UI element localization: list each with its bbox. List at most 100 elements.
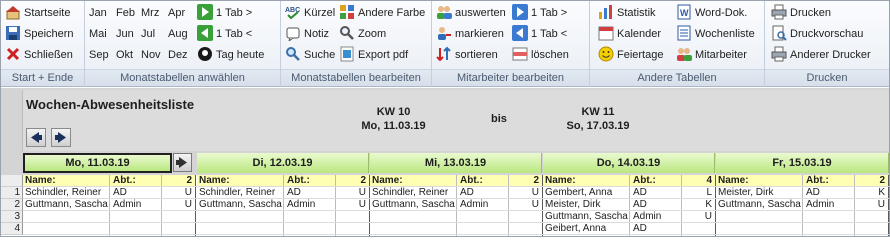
day-header-fr[interactable]: Fr, 15.03.19 [716, 153, 889, 173]
month-jan[interactable]: Jan [89, 3, 107, 23]
group-mitarbeiter: auswerten markieren sortieren 1 Tab > 1 … [432, 1, 590, 87]
word-document-icon: W [677, 4, 691, 20]
user-select-icon [438, 27, 451, 41]
team-icon [677, 48, 692, 62]
row-number: 2 [1, 199, 23, 211]
kuerzel-button[interactable]: ABC Kürzel [285, 3, 335, 23]
row-divider [23, 186, 889, 187]
month-jun[interactable]: Jun [116, 24, 134, 44]
group-monatstabellen: Jan Feb Mrz Apr Mai Jun Jul Aug Sep Okt … [85, 1, 281, 87]
goto-day-button[interactable] [173, 153, 192, 172]
month-sep[interactable]: Sep [89, 45, 109, 65]
day-header-di[interactable]: Di, 12.03.19 [197, 153, 369, 173]
column-divider [681, 175, 682, 236]
group-andere-tabellen: Statistik Kalender Feiertage W Word-Dok. … [590, 1, 765, 87]
chart-icon [599, 5, 612, 20]
week-range-separator: bis [491, 113, 507, 125]
speichern-button[interactable]: Speichern [5, 24, 74, 44]
month-mai[interactable]: Mai [89, 24, 107, 44]
sheet-title: Wochen-Abwesenheitsliste [26, 97, 195, 112]
statistik-button[interactable]: Statistik [598, 3, 656, 23]
tab-forward-button[interactable]: 1 Tab > [197, 3, 252, 23]
save-icon [6, 26, 20, 41]
note-icon [286, 27, 300, 42]
mitarbeiter-tabelle-button[interactable]: Mitarbeiter [676, 45, 747, 65]
month-dez[interactable]: Dez [168, 45, 188, 65]
startseite-button[interactable]: Startseite [5, 3, 70, 23]
druckvorschau-button[interactable]: Druckvorschau [771, 24, 863, 44]
week-start: KW 10 Mo, 11.03.19 [356, 105, 431, 133]
group-label-bearbeiten: Monatstabellen bearbeiten [281, 69, 431, 86]
delete-rows-icon [512, 47, 528, 61]
group-label-andere-tabellen: Andere Tabellen [590, 69, 764, 86]
column-divider [456, 175, 457, 236]
row-divider [23, 210, 889, 211]
month-nov[interactable]: Nov [141, 45, 161, 65]
group-label-drucken: Drucken [765, 69, 889, 86]
column-divider [335, 175, 336, 236]
tab-back-button[interactable]: 1 Tab < [197, 24, 252, 44]
group-drucken: Drucken Druckvorschau Anderer Drucker Dr… [765, 1, 889, 87]
arrow-left-icon [31, 132, 42, 143]
row-number-header [1, 175, 23, 187]
row-divider [23, 198, 889, 199]
day-header-do[interactable]: Do, 14.03.19 [543, 153, 715, 173]
week-list-icon [677, 25, 691, 41]
word-dok-button[interactable]: W Word-Dok. [676, 3, 747, 23]
andere-farbe-button[interactable]: Andere Farbe [339, 3, 425, 23]
zoom-icon [340, 26, 354, 40]
column-divider [109, 175, 110, 236]
zoom-button[interactable]: Zoom [339, 24, 386, 44]
group-label-mitarbeiter: Mitarbeiter bearbeiten [432, 69, 589, 86]
month-mrz[interactable]: Mrz [141, 3, 159, 23]
sortieren-button[interactable]: sortieren [436, 45, 498, 65]
home-icon [6, 6, 20, 20]
spellcheck-icon: ABC [285, 7, 300, 20]
kalender-button[interactable]: Kalender [598, 24, 661, 44]
search-icon [286, 47, 300, 61]
week-end-date: So, 17.03.19 [566, 120, 630, 132]
drucken-button[interactable]: Drucken [771, 3, 831, 23]
svg-text:W: W [680, 8, 689, 18]
row-number: 3 [1, 211, 23, 223]
palette-icon [340, 5, 354, 20]
arrow-right-icon [55, 132, 66, 143]
users-icon [437, 6, 452, 20]
wochenliste-button[interactable]: Wochenliste [676, 24, 755, 44]
mitarbeiter-tab-forward-button[interactable]: 1 Tab > [512, 3, 567, 23]
group-label-monatstabellen: Monatstabellen anwählen [85, 69, 280, 86]
feiertage-button[interactable]: Feiertage [598, 45, 663, 65]
loeschen-button[interactable]: löschen [512, 45, 569, 65]
day-header-mo[interactable]: Mo, 11.03.19 [23, 153, 172, 173]
arrow-right-icon [512, 4, 528, 21]
column-divider [802, 175, 803, 236]
month-aug[interactable]: Aug [168, 24, 188, 44]
tag-heute-button[interactable]: Tag heute [197, 45, 264, 65]
markieren-button[interactable]: markieren [436, 24, 504, 44]
notiz-button[interactable]: Notiz [285, 24, 329, 44]
printer-icon [771, 4, 787, 20]
suche-button[interactable]: Suche [285, 45, 335, 65]
month-okt[interactable]: Okt [116, 45, 133, 65]
anderer-drucker-button[interactable]: Anderer Drucker [771, 45, 871, 65]
day-header-mi[interactable]: Mi, 13.03.19 [370, 153, 542, 173]
column-divider [854, 175, 855, 236]
arrow-left-icon [197, 25, 213, 42]
mitarbeiter-tab-back-button[interactable]: 1 Tab < [512, 24, 567, 44]
auswerten-button[interactable]: auswerten [436, 3, 506, 23]
eight-ball-icon [198, 47, 212, 62]
schliessen-button[interactable]: Schließen [5, 45, 73, 65]
calendar-icon [598, 26, 614, 41]
month-apr[interactable]: Apr [168, 3, 185, 23]
month-jul[interactable]: Jul [141, 24, 155, 44]
day-divider [888, 175, 889, 236]
export-pdf-button[interactable]: Export pdf [339, 45, 408, 65]
prev-week-button[interactable] [26, 128, 46, 147]
month-feb[interactable]: Feb [116, 3, 135, 23]
next-week-button[interactable] [51, 128, 71, 147]
group-label-start-ende: Start + Ende [1, 69, 84, 86]
ribbon: Startseite Speichern Schließen Start + E… [1, 1, 889, 87]
app-window: Startseite Speichern Schließen Start + E… [0, 0, 890, 237]
column-divider [283, 175, 284, 236]
column-divider [629, 175, 630, 236]
